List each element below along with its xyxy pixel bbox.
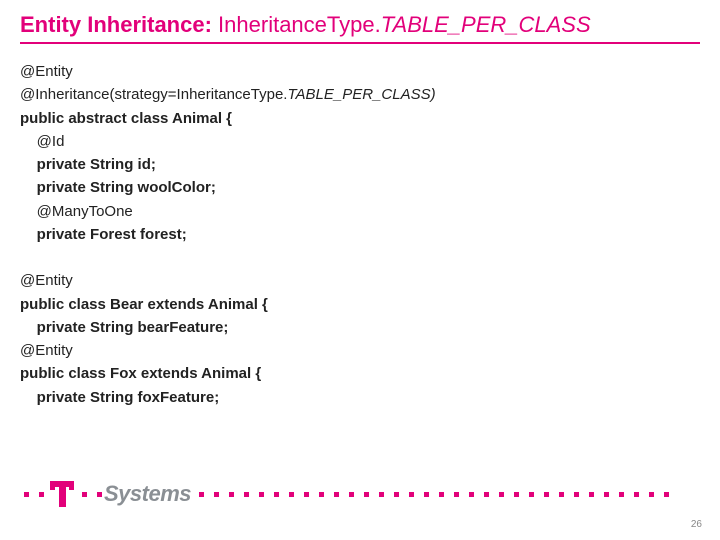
- logo-t-icon: [50, 481, 74, 507]
- code-line: public class Fox extends Animal {: [20, 365, 261, 382]
- dot-icon: [409, 492, 414, 497]
- code-line: private String foxFeature;: [20, 389, 219, 406]
- dot-icon: [589, 492, 594, 497]
- dot-icon: [24, 492, 29, 497]
- code-line: public class Bear extends Animal {: [20, 296, 268, 313]
- dot-icon: [439, 492, 444, 497]
- dot-icon: [97, 492, 102, 497]
- dot-icon: [454, 492, 459, 497]
- dots-left: [24, 492, 44, 497]
- slide: Entity Inheritance: InheritanceType.TABL…: [0, 0, 720, 540]
- code-line: @Entity: [20, 342, 73, 359]
- dot-icon: [394, 492, 399, 497]
- code-line: public abstract class Animal {: [20, 110, 232, 127]
- code-line: private String woolColor;: [20, 179, 216, 196]
- title-light: InheritanceType.: [218, 12, 381, 37]
- dot-icon: [39, 492, 44, 497]
- code-line-italic: TABLE_PER_CLASS): [287, 86, 435, 103]
- code-line: @Entity: [20, 272, 73, 289]
- dot-icon: [499, 492, 504, 497]
- dots-mid: [82, 492, 102, 497]
- code-block: @Entity @Inheritance(strategy=Inheritanc…: [20, 60, 700, 409]
- code-line: private String id;: [20, 156, 156, 173]
- title-italic: TABLE_PER_CLASS: [381, 12, 591, 37]
- dot-icon: [304, 492, 309, 497]
- footer-left: Systems: [0, 481, 191, 507]
- code-line: private String bearFeature;: [20, 319, 228, 336]
- dot-icon: [274, 492, 279, 497]
- dot-icon: [319, 492, 324, 497]
- dot-icon: [634, 492, 639, 497]
- dot-icon: [604, 492, 609, 497]
- dot-icon: [469, 492, 474, 497]
- dots-right: [199, 492, 720, 497]
- dot-icon: [529, 492, 534, 497]
- dot-icon: [259, 492, 264, 497]
- dot-icon: [349, 492, 354, 497]
- dot-icon: [289, 492, 294, 497]
- code-line: private Forest forest;: [20, 226, 187, 243]
- footer: Systems: [0, 480, 720, 508]
- logo: [50, 481, 76, 507]
- dot-icon: [649, 492, 654, 497]
- slide-title: Entity Inheritance: InheritanceType.TABL…: [20, 12, 700, 44]
- dot-icon: [82, 492, 87, 497]
- logo-text: Systems: [104, 481, 191, 507]
- dot-icon: [424, 492, 429, 497]
- dot-icon: [574, 492, 579, 497]
- dot-icon: [214, 492, 219, 497]
- title-bold: Entity Inheritance:: [20, 12, 218, 37]
- code-line: @ManyToOne: [20, 203, 133, 220]
- dot-icon: [199, 492, 204, 497]
- code-line: @Id: [20, 133, 64, 150]
- dot-icon: [229, 492, 234, 497]
- code-line: @Inheritance(strategy=InheritanceType.: [20, 86, 287, 103]
- dot-icon: [544, 492, 549, 497]
- dot-icon: [559, 492, 564, 497]
- dot-icon: [334, 492, 339, 497]
- code-line: @Entity: [20, 63, 73, 80]
- dot-icon: [484, 492, 489, 497]
- dot-icon: [664, 492, 669, 497]
- dot-icon: [514, 492, 519, 497]
- page-number: 26: [691, 519, 702, 530]
- dot-icon: [619, 492, 624, 497]
- dot-icon: [364, 492, 369, 497]
- dot-icon: [244, 492, 249, 497]
- dot-icon: [379, 492, 384, 497]
